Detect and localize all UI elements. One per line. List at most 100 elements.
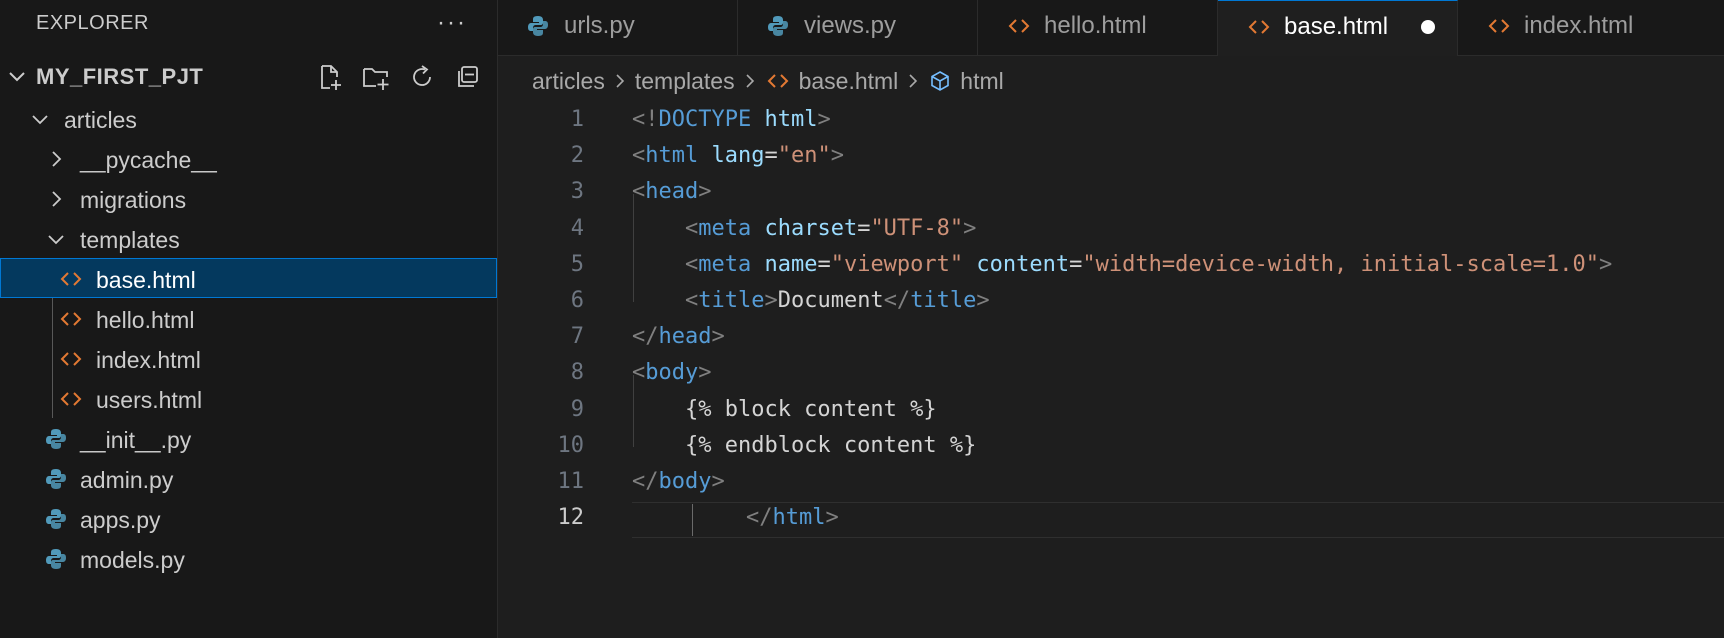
collapse-all-icon[interactable] — [451, 62, 485, 92]
line-number: 5 — [570, 251, 584, 277]
tree-folder-pycache[interactable]: __pycache__ — [0, 138, 497, 178]
code-text: <body> — [632, 360, 711, 385]
code-token: html — [764, 107, 818, 132]
code-text: <html lang="en"> — [632, 143, 844, 168]
tab-hello-html[interactable]: hello.html — [978, 0, 1218, 56]
html-icon — [58, 307, 84, 337]
tab-index-html[interactable]: index.html — [1458, 0, 1684, 56]
line-number: 12 — [557, 505, 585, 531]
tab-views-py[interactable]: views.py — [738, 0, 978, 56]
cube-icon — [928, 69, 952, 93]
code-token: head — [658, 324, 712, 350]
unsaved-dot-icon[interactable] — [1421, 20, 1435, 34]
chevron-down-icon — [30, 107, 50, 137]
code-token: name — [764, 251, 818, 277]
tree-file-models-py[interactable]: models.py — [0, 538, 497, 578]
line-number: 1 — [570, 107, 584, 132]
code-line[interactable]: 4 <meta charset="UTF-8"> — [498, 213, 1724, 249]
code-token: meta — [698, 251, 752, 277]
tree-file-users-html[interactable]: users.html — [0, 378, 497, 418]
code-token: < — [684, 287, 699, 313]
code-token: "en" — [777, 143, 831, 169]
code-token: meta — [698, 215, 752, 241]
python-icon — [766, 14, 790, 45]
code-token: html — [645, 143, 699, 169]
code-token: </ — [746, 505, 773, 531]
breadcrumb-item[interactable]: base.html — [799, 68, 899, 95]
chevron-right-icon — [906, 70, 920, 92]
chevron-down-icon[interactable] — [6, 65, 28, 93]
tree-file-base-html[interactable]: base.html — [0, 258, 497, 298]
code-text: {% block content %} — [632, 397, 937, 422]
refresh-icon[interactable] — [405, 62, 439, 92]
breadcrumb-item[interactable]: articles — [532, 68, 605, 95]
code-line[interactable]: 3 <head> — [498, 176, 1724, 212]
tree-folder-migrations[interactable]: migrations — [0, 178, 497, 218]
code-token: > — [764, 287, 778, 313]
tree-item-label: __init__.py — [80, 427, 192, 453]
project-folder-header[interactable]: MY_FIRST_PJT — [0, 58, 497, 96]
new-folder-icon[interactable] — [359, 62, 393, 92]
code-line[interactable]: 8 <body> — [498, 357, 1724, 393]
python-icon — [44, 467, 68, 497]
tree-folder-templates[interactable]: templates — [0, 218, 497, 258]
project-name: MY_FIRST_PJT — [36, 64, 204, 89]
chevron-right-icon — [46, 187, 66, 217]
html-icon — [58, 347, 84, 377]
code-line[interactable]: 2 <html lang="en"> — [498, 140, 1724, 176]
tree-file-init-py[interactable]: __init__.py — [0, 418, 497, 458]
code-text: {% endblock content %} — [632, 433, 976, 458]
line-number: 3 — [570, 179, 584, 205]
code-line-current[interactable]: 12 </html> — [498, 502, 1724, 539]
code-line[interactable]: 6 <title>Document</title> — [498, 285, 1724, 321]
code-line[interactable]: 10 {% endblock content %} — [498, 430, 1724, 466]
code-text: </html> — [746, 505, 839, 530]
tree-file-admin-py[interactable]: admin.py — [0, 458, 497, 498]
code-token: < — [684, 215, 699, 241]
code-token: > — [976, 287, 990, 313]
explorer-sidebar: EXPLORER ··· MY_FIRST_PJT articles __pyc… — [0, 0, 498, 638]
explorer-title: EXPLORER — [36, 11, 149, 34]
code-token: </ — [883, 287, 911, 313]
code-line[interactable]: 5 <meta name="viewport" content="width=d… — [498, 249, 1724, 285]
tree-file-index-html[interactable]: index.html — [0, 338, 497, 378]
code-token: > — [698, 360, 712, 386]
new-file-icon[interactable] — [313, 62, 347, 92]
python-icon — [44, 547, 68, 577]
code-line[interactable]: 11 </body> — [498, 466, 1724, 502]
code-token: Document — [777, 287, 884, 313]
tree-folder-articles[interactable]: articles — [0, 98, 497, 138]
breadcrumb-item[interactable]: templates — [635, 68, 735, 95]
tree-item-label: users.html — [96, 387, 203, 413]
code-editor[interactable]: 1 <!DOCTYPE html> 2 <html lang="en"> 3 <hea… — [498, 104, 1724, 539]
line-number: 7 — [570, 324, 584, 350]
tab-label: base.html — [1284, 13, 1389, 40]
code-line[interactable]: 1 <!DOCTYPE html> — [498, 104, 1724, 140]
code-token: {% block content %} — [632, 396, 937, 422]
tree-item-label: templates — [80, 227, 180, 253]
tree-file-hello-html[interactable]: hello.html — [0, 298, 497, 338]
code-token: < — [632, 360, 646, 386]
code-line[interactable]: 7 </head> — [498, 321, 1724, 357]
code-text: <head> — [632, 179, 711, 204]
code-token: <! — [632, 107, 659, 132]
tab-base-html[interactable]: base.html — [1218, 0, 1458, 56]
breadcrumb-item[interactable]: html — [960, 68, 1003, 95]
tree-item-label: __pycache__ — [80, 147, 217, 173]
code-line[interactable]: 9 {% block content %} — [498, 394, 1724, 430]
code-token: > — [963, 215, 977, 241]
line-number: 6 — [570, 287, 584, 313]
code-token: "width=device-width, initial-scale=1.0" — [1082, 251, 1599, 277]
more-actions-icon[interactable]: ··· — [437, 9, 467, 37]
tree-item-label: admin.py — [80, 467, 174, 493]
tab-urls-py[interactable]: urls.py — [498, 0, 738, 56]
tree-file-apps-py[interactable]: apps.py — [0, 498, 497, 538]
chevron-right-icon — [613, 70, 627, 92]
line-number: 8 — [570, 360, 584, 386]
